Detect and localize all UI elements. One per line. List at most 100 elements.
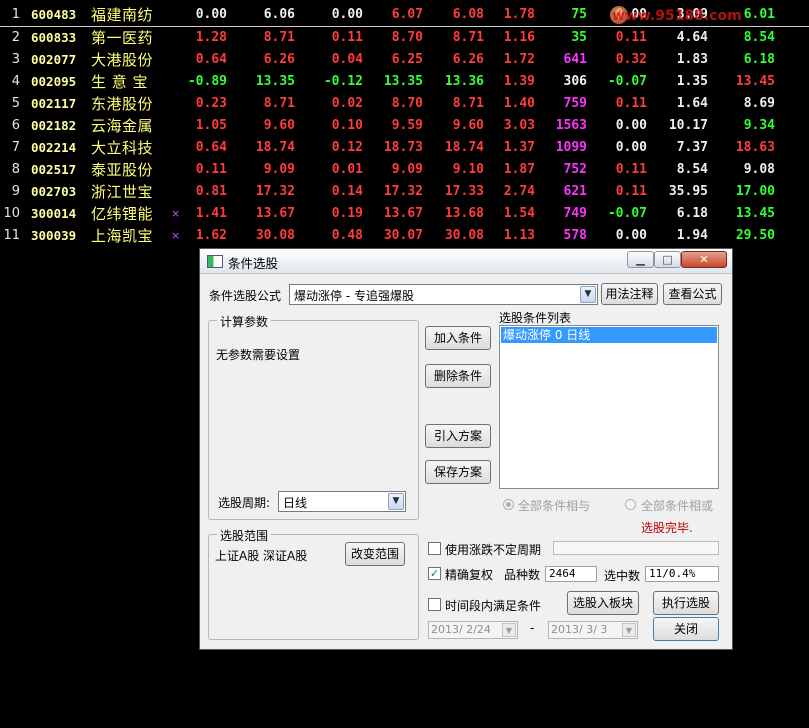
stock-code: 002214	[31, 140, 77, 155]
chevron-down-icon[interactable]: ▼	[388, 493, 404, 510]
within-period-checkbox[interactable]	[428, 598, 441, 611]
close-window-button[interactable]: ✕	[681, 251, 727, 268]
table-row[interactable]: 5 002117 东港股份 0.23 8.71 0.02 8.70 8.71 1.40 759 0.…	[0, 93, 809, 115]
close-button[interactable]: 关闭	[653, 617, 719, 641]
stock-value: 8.71	[452, 30, 484, 45]
uncertain-period-checkbox[interactable]	[428, 542, 441, 555]
stock-value: 13.68	[444, 206, 484, 221]
stock-value: 0.19	[331, 206, 363, 221]
table-row[interactable]: 3 002077 大港股份 0.64 6.26 0.04 6.25 6.26 1.72 641 0.…	[0, 49, 809, 71]
execute-button[interactable]: 执行选股	[653, 591, 719, 615]
radio-or[interactable]	[625, 499, 636, 510]
table-row[interactable]: 6 002182 云海金属 1.05 9.60 0.10 9.59 9.60 3.03 1563 0…	[0, 115, 809, 137]
period-select[interactable]: 日线 ▼	[278, 491, 406, 512]
stock-code: 002077	[31, 52, 77, 67]
table-row[interactable]: 10 300014 亿纬锂能 × 1.41 13.67 0.19 13.67 13.68 1.54…	[0, 203, 809, 225]
stock-value: 6.07	[391, 7, 423, 22]
stock-value: 17.32	[383, 184, 423, 199]
stock-value: 6.18	[676, 206, 708, 221]
chevron-down-icon[interactable]: ▼	[580, 286, 596, 303]
stock-value: 1.41	[195, 206, 227, 221]
table-row[interactable]: 8 002517 泰亚股份 0.11 9.09 0.01 9.09 9.10 1.87 752 0.…	[0, 159, 809, 181]
chevron-down-icon[interactable]: ▼	[502, 623, 516, 637]
stock-value: 1.37	[503, 140, 535, 155]
stock-value: 4.64	[676, 30, 708, 45]
list-item[interactable]: 爆动涨停 0 日线	[501, 327, 717, 343]
stock-value: 8.70	[391, 30, 423, 45]
stock-name: 浙江世宝	[91, 183, 154, 201]
stock-value: 13.36	[444, 74, 484, 89]
stock-value: 8.69	[743, 96, 775, 111]
stock-value: 1.83	[676, 52, 708, 67]
stock-name: 生 意 宝	[91, 73, 149, 91]
stock-name: 上海凯宝	[91, 227, 154, 245]
stock-value: 13.67	[255, 206, 295, 221]
stock-value: 18.73	[383, 140, 423, 155]
formula-select[interactable]: 爆动涨停 - 专追强爆股 ▼	[289, 284, 598, 305]
row-index: 6	[11, 118, 20, 133]
params-text: 无参数需要设置	[216, 348, 301, 362]
stock-name: 东港股份	[91, 95, 154, 113]
stock-code: 002703	[31, 184, 77, 199]
conditions-list[interactable]: 爆动涨停 0 日线	[499, 325, 719, 489]
stock-name: 亿纬锂能	[91, 205, 154, 223]
stock-value: 1.54	[503, 206, 535, 221]
stock-value: 0.10	[331, 118, 363, 133]
stock-value: 13.35	[383, 74, 423, 89]
add-condition-button[interactable]: 加入条件	[425, 326, 491, 350]
stock-code: 300014	[31, 206, 77, 221]
table-row[interactable]: 9 002703 浙江世宝 0.81 17.32 0.14 17.32 17.33 2.74 62…	[0, 181, 809, 203]
stock-value: 30.08	[255, 228, 295, 243]
row-index: 4	[11, 74, 20, 89]
stock-value: 8.71	[263, 96, 295, 111]
stock-value: 6.26	[452, 52, 484, 67]
stock-name: 大立科技	[91, 139, 154, 157]
row-index: 11	[3, 228, 20, 243]
date-from-picker[interactable]: 2013/ 2/24 ▼	[428, 621, 518, 639]
app-icon	[207, 255, 223, 268]
stock-code: 300039	[31, 228, 77, 243]
stock-value: 0.14	[331, 184, 363, 199]
watermark: www.95188.com	[612, 8, 742, 24]
stock-value: 9.10	[452, 162, 484, 177]
stock-value: 0.11	[615, 96, 647, 111]
stock-value: 1.05	[195, 118, 227, 133]
usage-notes-button[interactable]: 用法注释	[601, 283, 658, 305]
maximize-button[interactable]: □	[654, 251, 681, 268]
stock-value: 1.78	[503, 7, 535, 22]
table-row[interactable]: 2 600833 第一医药 1.28 8.71 0.11 8.70 8.71 1.16 35 0.1…	[0, 27, 809, 49]
title-bar[interactable]: 条件选股 ▁ □ ✕	[200, 249, 732, 274]
delete-condition-button[interactable]: 删除条件	[425, 364, 491, 388]
conditions-label: 选股条件列表	[499, 311, 572, 325]
stock-value: 578	[563, 228, 587, 243]
row-index: 9	[11, 184, 20, 199]
dialog-title: 条件选股	[228, 256, 279, 271]
chevron-down-icon[interactable]: ▼	[622, 623, 636, 637]
stock-value: 18.74	[444, 140, 484, 155]
stock-value: 0.64	[195, 140, 227, 155]
stock-table: 1 600483 福建南纺 0.00 6.06 0.00 6.07 6.08 1.78 75 0.0…	[0, 4, 809, 247]
stock-value: 13.45	[735, 206, 775, 221]
minimize-button[interactable]: ▁	[627, 251, 654, 268]
to-block-button[interactable]: 选股入板块	[567, 591, 639, 615]
save-scheme-button[interactable]: 保存方案	[425, 460, 491, 484]
row-index: 10	[3, 206, 20, 221]
stock-value: 759	[563, 96, 587, 111]
stock-value: 1.94	[676, 228, 708, 243]
stock-value: -0.07	[607, 206, 647, 221]
precise-adjust-checkbox[interactable]: ✓	[428, 567, 441, 580]
stock-value: 0.00	[195, 7, 227, 22]
radio-and[interactable]	[503, 499, 514, 510]
stock-value: 13.35	[255, 74, 295, 89]
import-scheme-button[interactable]: 引入方案	[425, 424, 491, 448]
table-row[interactable]: 11 300039 上海凯宝 × 1.62 30.08 0.48 30.07 30.08 1.13…	[0, 225, 809, 247]
precise-adjust-label: 精确复权	[445, 568, 494, 582]
change-range-button[interactable]: 改变范围	[345, 542, 405, 566]
table-row[interactable]: 4 002095 生 意 宝 -0.89 13.35 -0.12 13.35 13.36 1.3…	[0, 71, 809, 93]
view-formula-button[interactable]: 查看公式	[663, 283, 722, 305]
stock-value: -0.12	[323, 74, 363, 89]
date-to-picker[interactable]: 2013/ 3/ 3 ▼	[548, 621, 638, 639]
table-row[interactable]: 7 002214 大立科技 0.64 18.74 0.12 18.73 18.74 1.37 10…	[0, 137, 809, 159]
stock-value: 9.09	[263, 162, 295, 177]
stock-value: 2.74	[503, 184, 535, 199]
